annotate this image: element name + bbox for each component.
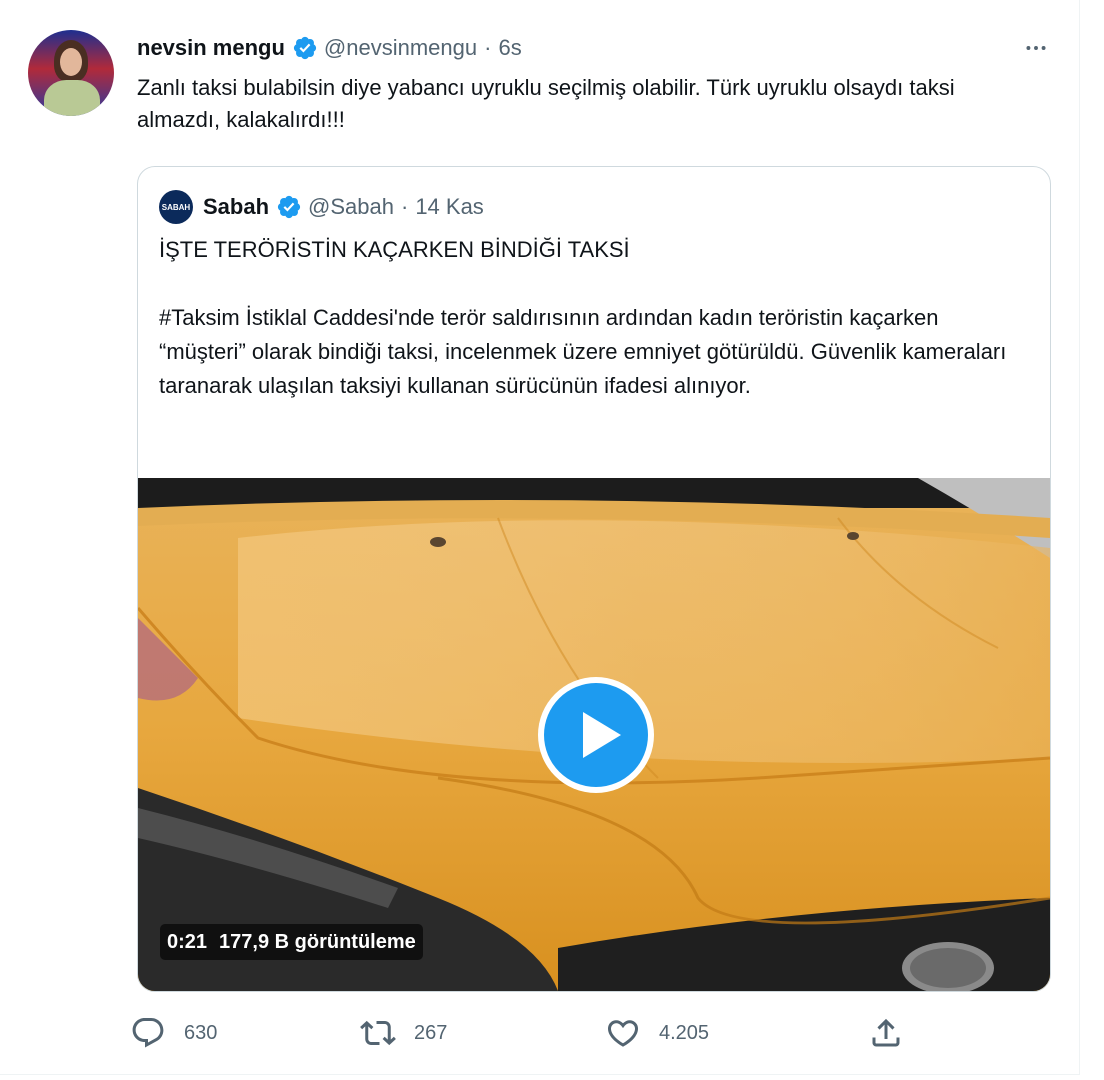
retweet-count: 267 (414, 1021, 448, 1044)
tweet-text: Zanlı taksi bulabilsin diye yabancı uyru… (137, 75, 955, 132)
author-handle[interactable]: @nevsinmengu (324, 35, 477, 61)
avatar-face (60, 48, 82, 76)
author-name[interactable]: nevsin mengu (137, 35, 285, 61)
quoted-tweet[interactable]: SABAH Sabah @Sabah · 14 Kas İŞTE TERÖRİS… (137, 166, 1051, 992)
video-duration: 0:21 (167, 930, 208, 953)
quoted-time[interactable]: 14 Kas (415, 194, 484, 220)
sabah-logo[interactable]: SABAH (159, 190, 193, 224)
video-info-badge: 0:21 177,9 B görüntüleme (160, 924, 423, 960)
quoted-text: İŞTE TERÖRİSTİN KAÇARKEN BİNDİĞİ TAKSİ #… (159, 233, 1029, 403)
avatar[interactable] (28, 30, 114, 116)
quoted-body: #Taksim İstiklal Caddesi'nde terör saldı… (159, 305, 1007, 398)
avatar-body (44, 80, 100, 116)
retweet-icon (360, 1020, 396, 1046)
separator-dot: · (400, 194, 409, 219)
reply-button[interactable]: 630 (130, 1013, 217, 1053)
share-button[interactable] (868, 1013, 922, 1053)
quoted-author-name[interactable]: Sabah (203, 194, 269, 220)
retweet-button[interactable]: 267 (360, 1013, 447, 1053)
tweet[interactable]: nevsin mengu @nevsinmengu · 6s Zanlı tak… (0, 0, 1080, 1075)
like-count: 4.205 (659, 1021, 710, 1044)
quoted-headline: İŞTE TERÖRİSTİN KAÇARKEN BİNDİĞİ TAKSİ (159, 237, 630, 262)
video-player[interactable]: 0:21 177,9 B görüntüleme (138, 478, 1050, 991)
reply-icon (132, 1018, 164, 1048)
quoted-author-handle[interactable]: @Sabah (308, 194, 394, 220)
verified-badge-icon (277, 195, 301, 219)
separator-dot: · (484, 35, 492, 60)
reply-count: 630 (184, 1021, 218, 1044)
play-icon[interactable] (535, 674, 657, 796)
quoted-header: SABAH Sabah @Sabah · 14 Kas (159, 190, 484, 224)
video-views: 177,9 B görüntüleme (219, 930, 416, 953)
more-dots-glyph (1026, 46, 1046, 50)
more-dots-icon[interactable] (1016, 33, 1056, 63)
heart-icon (607, 1020, 639, 1047)
verified-badge-icon (293, 36, 317, 60)
tweet-actions: 630 267 4.205 (130, 1013, 920, 1053)
like-button[interactable]: 4.205 (605, 1013, 709, 1053)
tweet-time[interactable]: 6s (498, 35, 521, 61)
tweet-header: nevsin mengu @nevsinmengu · 6s (137, 33, 522, 63)
share-icon (872, 1018, 900, 1047)
